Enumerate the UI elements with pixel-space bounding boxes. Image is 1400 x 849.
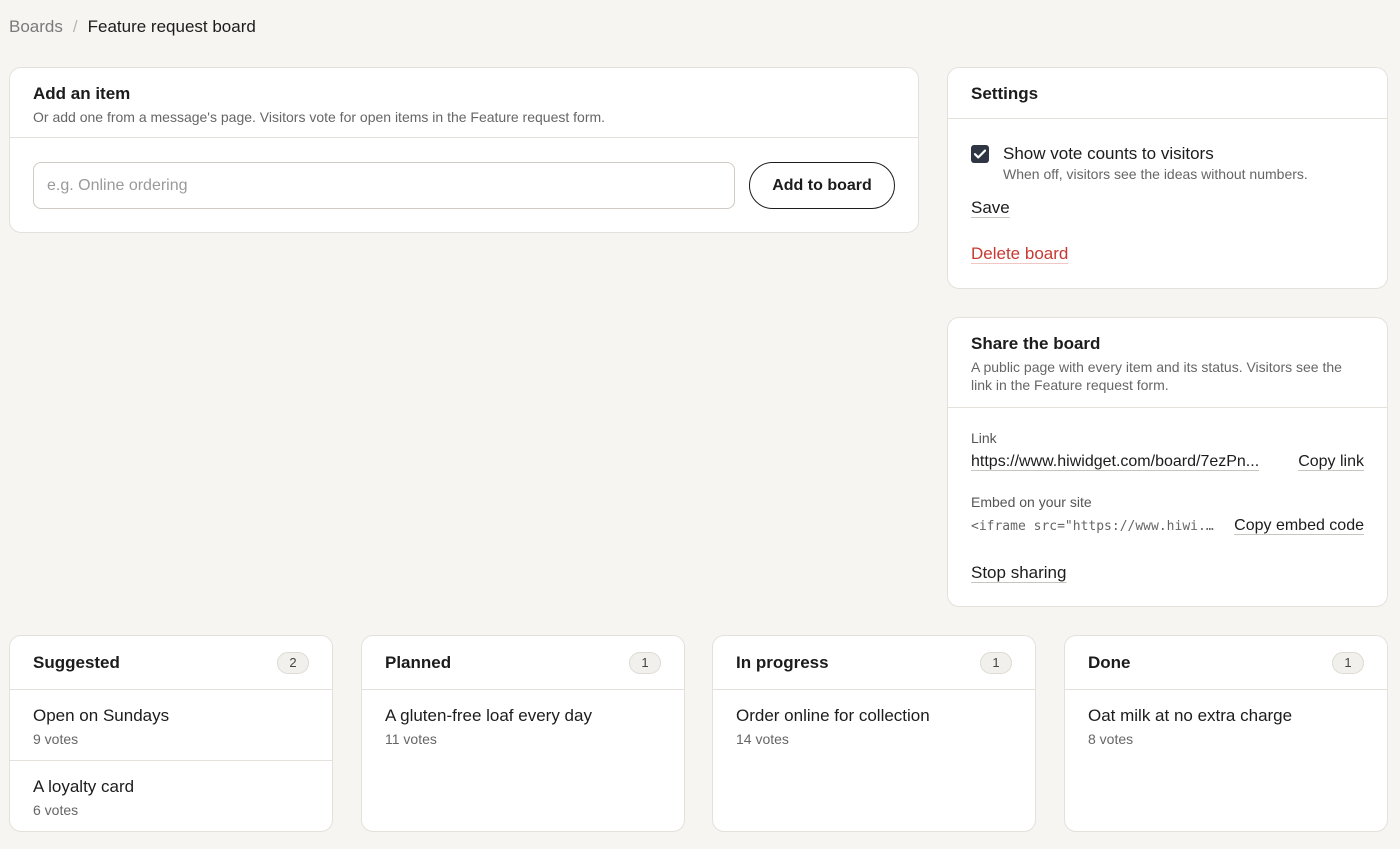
column-header: In progress 1 xyxy=(713,636,1035,690)
copy-embed-code-button[interactable]: Copy embed code xyxy=(1234,517,1364,535)
save-button[interactable]: Save xyxy=(971,198,1010,218)
add-item-row: Add to board xyxy=(33,162,895,209)
column-in-progress: In progress 1 Order online for collectio… xyxy=(712,635,1036,832)
column-count-badge: 1 xyxy=(629,651,661,674)
column-count-badge: 2 xyxy=(277,651,309,674)
item-votes: 11 votes xyxy=(385,731,437,747)
board-item[interactable]: Order online for collection 14 votes xyxy=(713,690,1035,761)
board-item[interactable]: Oat milk at no extra charge 8 votes xyxy=(1065,690,1387,761)
copy-link-button[interactable]: Copy link xyxy=(1298,453,1364,471)
board-item[interactable]: Open on Sundays 9 votes xyxy=(10,690,332,761)
board-item[interactable]: A gluten-free loaf every day 11 votes xyxy=(362,690,684,761)
show-vote-counts-text: Show vote counts to visitors When off, v… xyxy=(1003,144,1308,182)
item-votes: 14 votes xyxy=(736,731,789,747)
delete-board-button[interactable]: Delete board xyxy=(971,244,1068,264)
add-to-board-button[interactable]: Add to board xyxy=(749,162,895,209)
share-header: Share the board A public page with every… xyxy=(948,318,1387,408)
share-description: A public page with every item and its st… xyxy=(971,359,1342,393)
add-item-header: Add an item Or add one from a message's … xyxy=(10,68,918,138)
item-title: A gluten-free loaf every day xyxy=(385,706,592,725)
item-title: Open on Sundays xyxy=(33,706,170,725)
show-vote-counts-label[interactable]: Show vote counts to visitors xyxy=(1003,144,1308,164)
item-votes: 9 votes xyxy=(33,731,79,747)
stop-sharing-button[interactable]: Stop sharing xyxy=(971,563,1066,583)
embed-code: <iframe src="https://www.hiwi... xyxy=(971,518,1219,534)
new-item-input[interactable] xyxy=(33,162,735,209)
item-votes: 8 votes xyxy=(1088,731,1134,747)
breadcrumb-boards-link[interactable]: Boards xyxy=(9,17,63,37)
add-item-card: Add an item Or add one from a message's … xyxy=(9,67,919,233)
show-vote-counts-checkbox[interactable] xyxy=(971,145,989,163)
item-title: Oat milk at no extra charge xyxy=(1088,706,1293,725)
column-planned: Planned 1 A gluten-free loaf every day 1… xyxy=(361,635,685,832)
embed-row: <iframe src="https://www.hiwi... Copy em… xyxy=(971,517,1364,535)
item-title: Order online for collection xyxy=(736,706,930,725)
breadcrumb: Boards / Feature request board xyxy=(9,17,256,37)
share-title: Share the board xyxy=(971,334,1101,353)
add-item-title: Add an item xyxy=(33,84,131,103)
column-count-badge: 1 xyxy=(1332,651,1364,674)
settings-card: Settings Show vote counts to visitors Wh… xyxy=(947,67,1388,289)
settings-title: Settings xyxy=(971,84,1039,103)
breadcrumb-separator: / xyxy=(72,17,78,36)
show-vote-counts-hint: When off, visitors see the ideas without… xyxy=(1003,166,1308,182)
column-header: Suggested 2 xyxy=(10,636,332,690)
column-title: Done xyxy=(1088,652,1131,672)
item-title: A loyalty card xyxy=(33,777,135,796)
link-label: Link xyxy=(971,430,997,446)
share-link-url[interactable]: https://www.hiwidget.com/board/7ezPn... xyxy=(971,453,1259,471)
link-row: https://www.hiwidget.com/board/7ezPn... … xyxy=(971,453,1364,471)
column-count-badge: 1 xyxy=(980,651,1012,674)
add-item-description: Or add one from a message's page. Visito… xyxy=(33,109,606,125)
item-votes: 6 votes xyxy=(33,802,79,818)
column-done: Done 1 Oat milk at no extra charge 8 vot… xyxy=(1064,635,1388,832)
embed-label: Embed on your site xyxy=(971,494,1092,510)
share-card: Share the board A public page with every… xyxy=(947,317,1388,607)
settings-header: Settings xyxy=(948,68,1387,119)
column-suggested: Suggested 2 Open on Sundays 9 votes A lo… xyxy=(9,635,333,832)
page-title: Feature request board xyxy=(87,17,256,36)
column-title: Planned xyxy=(385,652,452,672)
column-title: Suggested xyxy=(33,652,120,672)
column-title: In progress xyxy=(736,652,829,672)
board-item[interactable]: A loyalty card 6 votes xyxy=(10,761,332,832)
show-vote-counts-row: Show vote counts to visitors When off, v… xyxy=(971,144,1308,182)
column-header: Done 1 xyxy=(1065,636,1387,690)
checkmark-icon xyxy=(974,149,986,159)
column-header: Planned 1 xyxy=(362,636,684,690)
